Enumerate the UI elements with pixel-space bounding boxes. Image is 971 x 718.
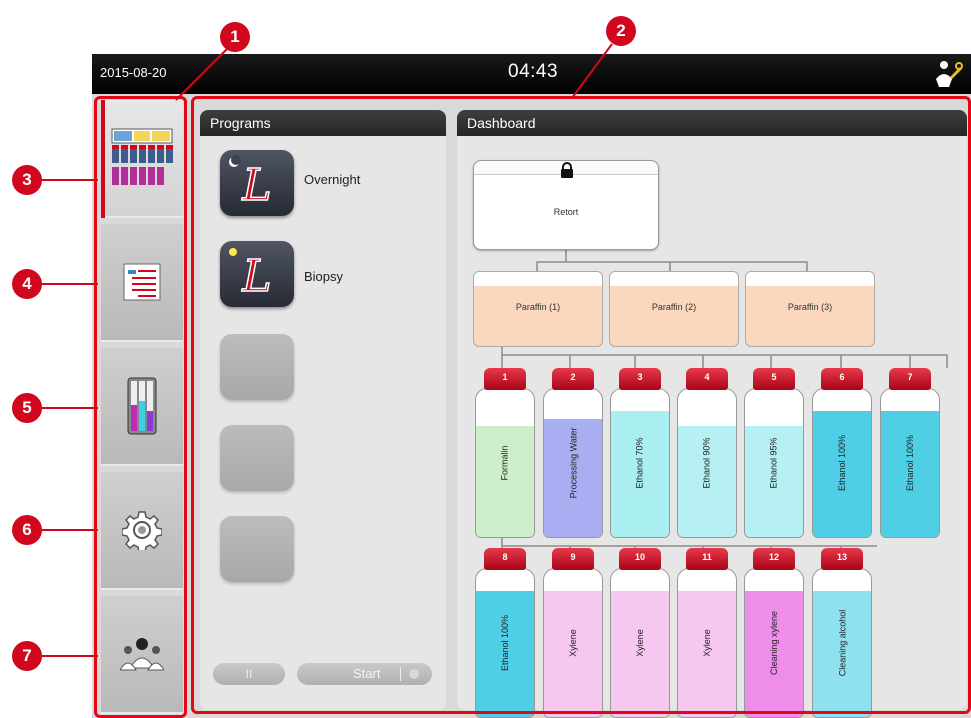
callout-badge: 6 [12,515,42,545]
callout-badge: 1 [220,22,250,52]
callout-badge: 5 [12,393,42,423]
callout-leader-lines [42,43,613,657]
screen-stage: 2015-08-20 04:43 Programs L Overnight L … [0,0,971,718]
callout-badge: 7 [12,641,42,671]
callout-badge: 4 [12,269,42,299]
callout-badge: 2 [606,16,636,46]
callout-badge: 3 [12,165,42,195]
